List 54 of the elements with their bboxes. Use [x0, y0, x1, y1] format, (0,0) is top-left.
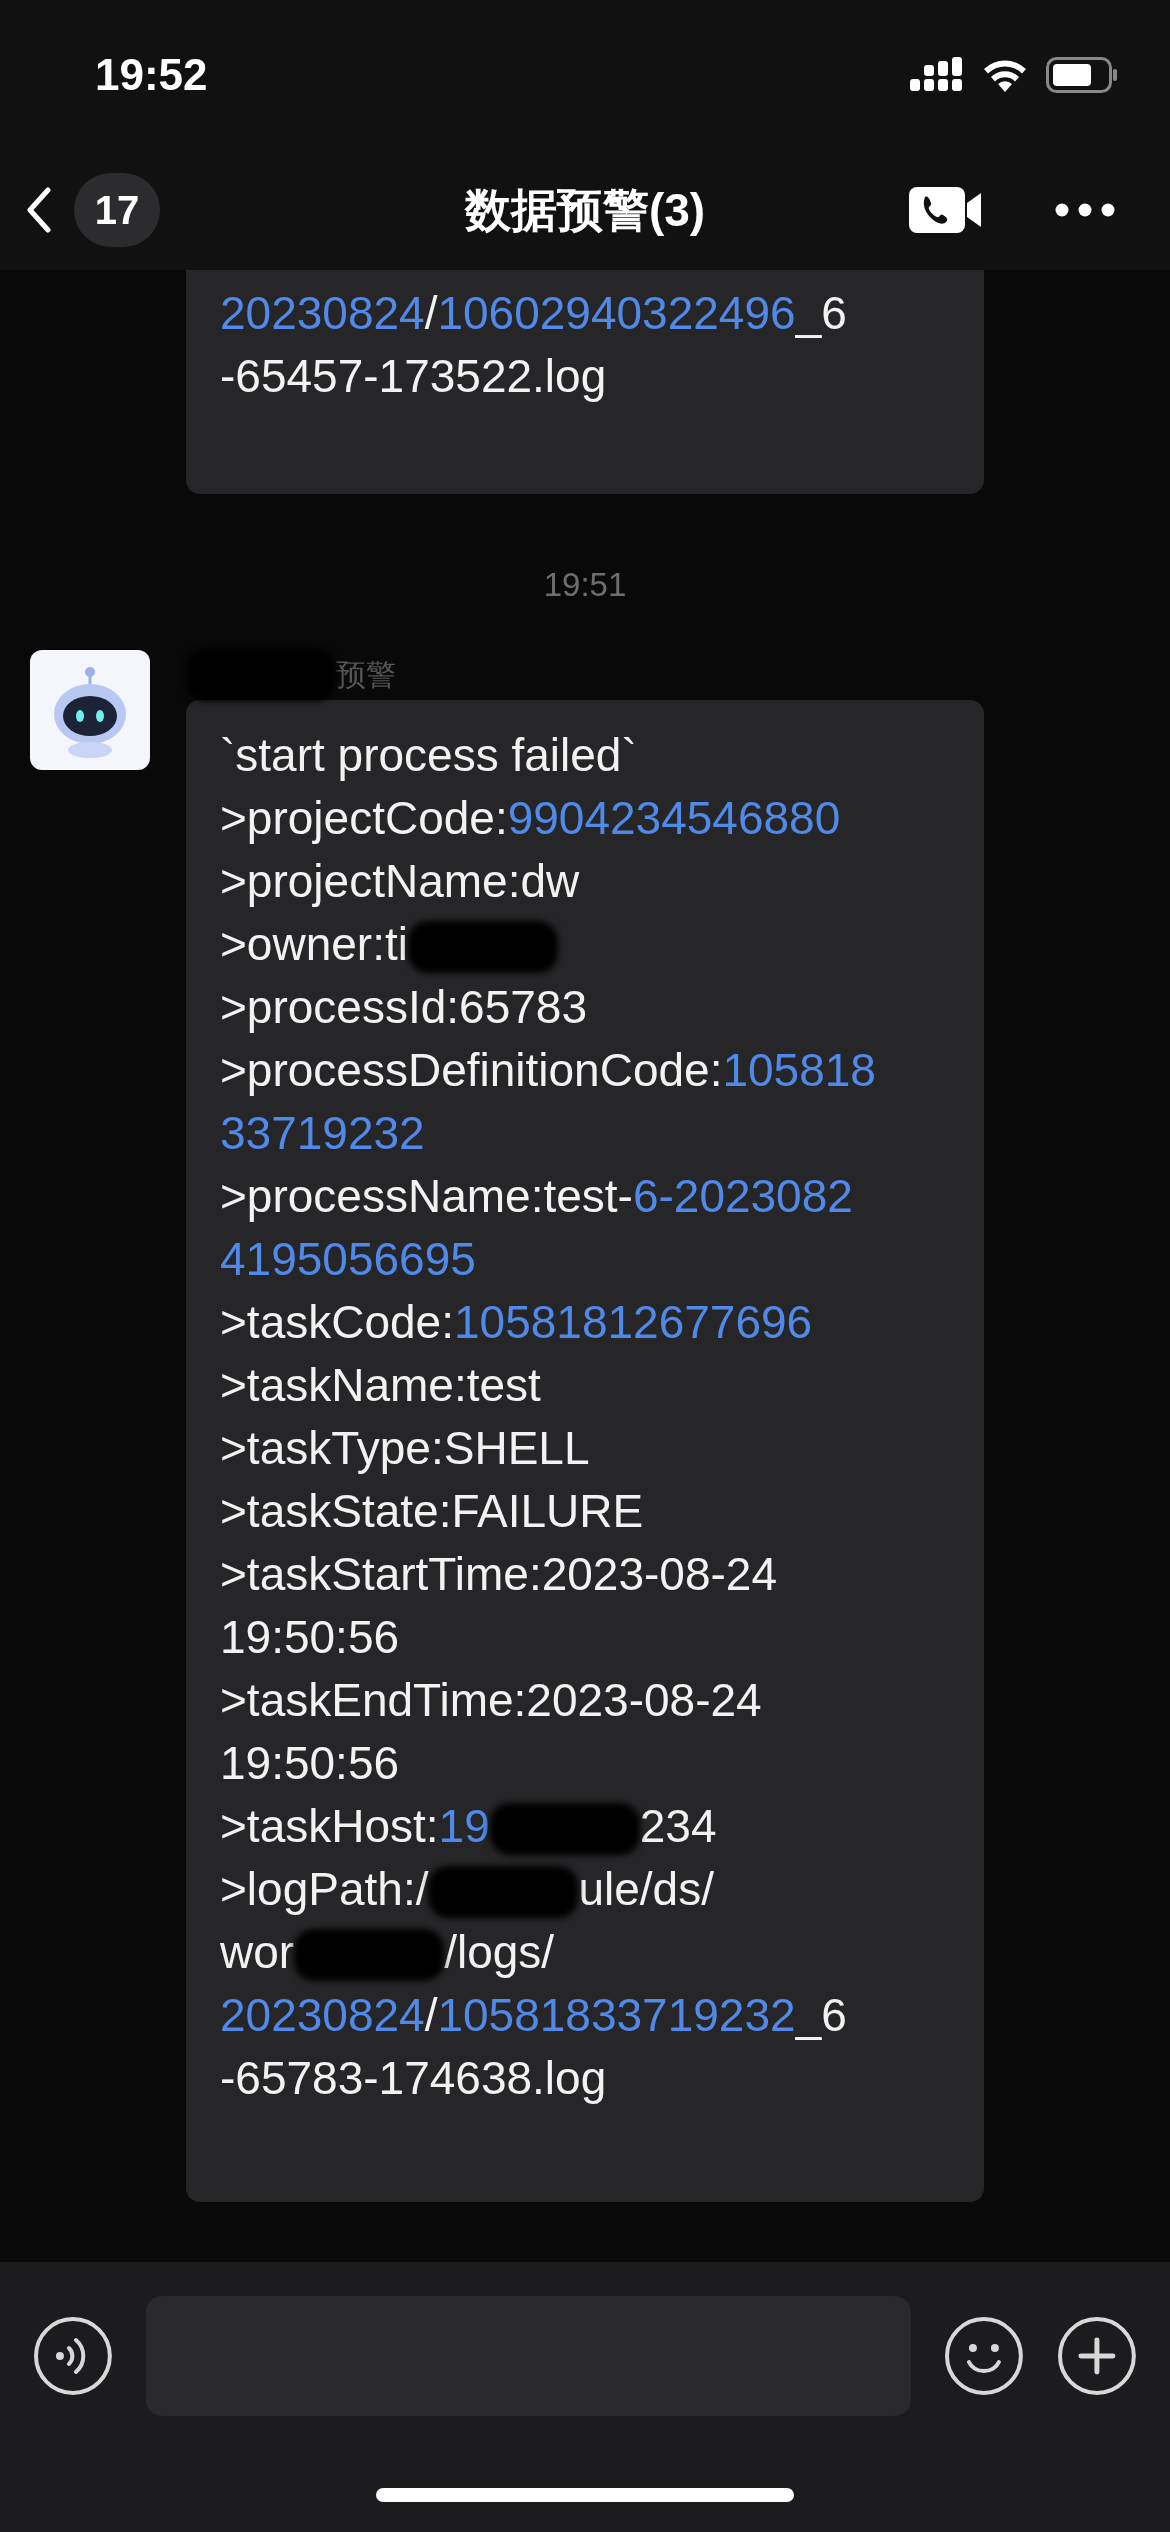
wifi-icon — [982, 58, 1028, 92]
video-call-icon[interactable] — [909, 187, 983, 233]
message-text: >projectCode: — [220, 791, 508, 844]
link-text[interactable]: 4195056695 — [220, 1232, 476, 1285]
back-button[interactable]: 17 — [26, 173, 160, 247]
sender-name: 预警 — [336, 657, 396, 693]
message-text: >processDefinitionCode: — [220, 1043, 723, 1096]
link-text[interactable]: 33719232 — [220, 1106, 425, 1159]
unread-count: 17 — [74, 173, 160, 247]
more-icon[interactable] — [1055, 203, 1115, 217]
chat-title: 数据预警(3) — [464, 182, 706, 238]
add-icon[interactable] — [1057, 2316, 1137, 2396]
message-text: >owner:ti — [220, 917, 408, 970]
message-text: >processId:65783 — [220, 980, 587, 1033]
message-text: _6 — [795, 287, 847, 339]
message-text: -65457-173522.log — [220, 350, 607, 402]
status-time: 19:52 — [95, 49, 208, 101]
message-text: / — [424, 1988, 438, 2041]
link-text[interactable]: 20230824 — [220, 1988, 425, 2041]
message-text: -65783-174638.log — [220, 2051, 607, 2104]
link-text[interactable]: 9904234546880 — [507, 791, 841, 844]
link-text[interactable]: 105818 — [722, 1043, 876, 1096]
message-text: >processName:test- — [220, 1169, 633, 1222]
message-text: ule/ds/ — [578, 1862, 714, 1915]
message-text: wor — [220, 1925, 295, 1978]
message-text: >projectName:dw — [220, 854, 580, 907]
back-icon — [26, 187, 52, 233]
message-text: >taskState:FAILURE — [220, 1484, 644, 1537]
battery-icon — [1046, 57, 1118, 93]
message-text: >taskEndTime:2023-08-24 — [220, 1673, 762, 1726]
link-text[interactable]: 6-2023082 — [632, 1169, 853, 1222]
link-text[interactable]: 20230824 — [220, 287, 425, 339]
voice-icon[interactable] — [33, 2316, 113, 2396]
message-text: `start process failed` — [220, 728, 637, 781]
message-text: >taskHost: — [220, 1799, 439, 1852]
message-text: >logPath:/ — [220, 1862, 429, 1915]
message-text: >taskCode: — [220, 1295, 454, 1348]
link-text[interactable]: 10602940322496 — [437, 287, 796, 339]
message-text: >taskType:SHELL — [220, 1421, 590, 1474]
message-text: >taskName:test — [220, 1358, 541, 1411]
message-text: / — [424, 287, 438, 339]
message-text: 19:50:56 — [220, 1610, 400, 1663]
message-text: 234 — [639, 1799, 717, 1852]
signal-icon — [910, 57, 964, 93]
message-text: 19:50:56 — [220, 1736, 400, 1789]
message-text: _6 — [795, 1988, 847, 2041]
emoji-icon[interactable] — [944, 2316, 1025, 2396]
link-text[interactable]: 10581833719232 — [437, 1988, 796, 2041]
link-text[interactable]: 19 — [438, 1799, 490, 1852]
link-text[interactable]: 10581812677696 — [454, 1295, 813, 1348]
message-text: >taskStartTime:2023-08-24 — [220, 1547, 777, 1600]
robot-avatar[interactable] — [30, 649, 150, 770]
timestamp: 19:51 — [543, 565, 627, 605]
message-text: /logs/ — [444, 1925, 555, 1978]
